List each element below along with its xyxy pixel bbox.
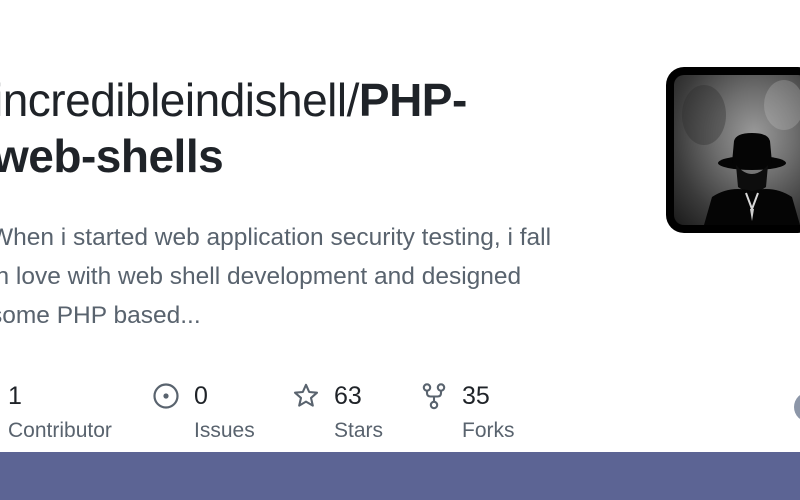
repo-title[interactable]: incredibleindishell/PHP- web-shells: [0, 72, 593, 184]
repo-social-card: incredibleindishell/PHP- web-shells When…: [0, 0, 800, 452]
repo-stats: 1 Contributor 0 Issues 63 Stars 35 Forks: [0, 378, 800, 448]
issues-count: 0: [194, 382, 208, 410]
star-icon: [292, 382, 320, 410]
stars-count: 63: [334, 382, 362, 410]
issues-label: Issues: [194, 419, 255, 442]
description-line-2: in love with web shell development and d…: [0, 263, 522, 290]
repo-name-part2[interactable]: web-shells: [0, 130, 224, 182]
repo-owner[interactable]: incredibleindishell/: [0, 74, 359, 126]
description-line-1: When i started web application security …: [0, 224, 552, 251]
owner-avatar[interactable]: [666, 67, 800, 233]
forks-count: 35: [462, 382, 490, 410]
description-line-3: some PHP based...: [0, 302, 201, 329]
contributors-label: Contributor: [8, 419, 112, 442]
fork-icon: [420, 382, 448, 410]
repo-description: When i started web application security …: [0, 218, 610, 335]
forks-label: Forks: [462, 419, 515, 442]
issue-icon: [152, 382, 180, 410]
stars-label: Stars: [334, 419, 384, 442]
language-color-bar: [0, 452, 800, 500]
repo-name-part1[interactable]: PHP-: [359, 74, 467, 126]
hat-figure-icon: [682, 80, 800, 225]
avatar-photo: [674, 75, 800, 225]
contributors-count: 1: [8, 382, 22, 410]
